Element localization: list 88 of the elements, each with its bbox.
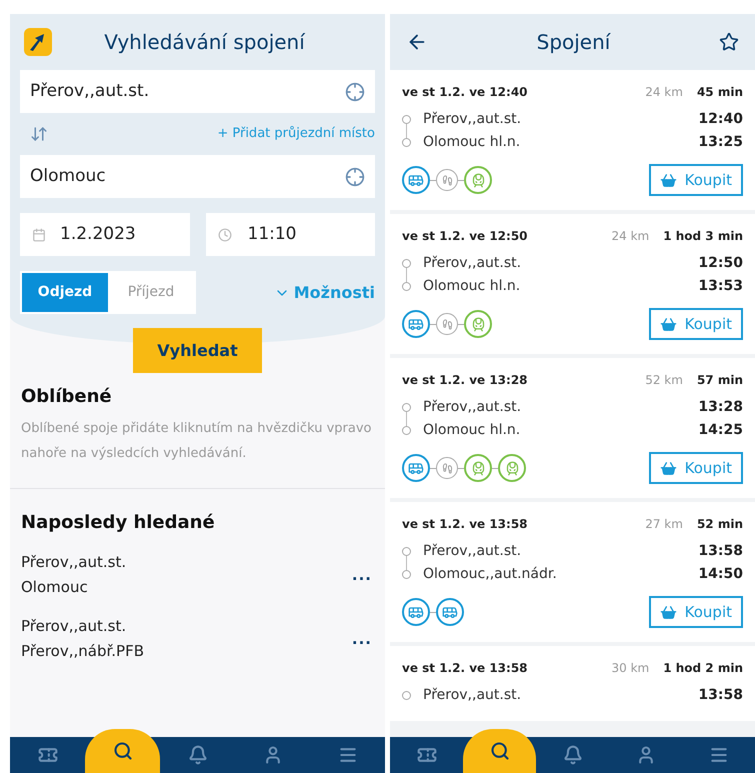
menu-icon (338, 745, 358, 765)
screen-title: Vyhledávání spojení (103, 29, 306, 56)
distance: 24 km (611, 228, 650, 245)
distance: 27 km (645, 516, 683, 533)
train-icon (498, 454, 526, 482)
stop-name: Přerov,,aut.st. (423, 110, 522, 129)
duration: 57 min (696, 372, 743, 389)
stop-name: Přerov,,aut.st. (423, 398, 522, 417)
walking-icon (436, 313, 458, 335)
swap-icon[interactable] (30, 125, 48, 143)
nav-tab[interactable] (85, 729, 160, 773)
distance: 30 km (611, 660, 650, 677)
stop-time: 13:53 (698, 277, 743, 296)
stop-name: Olomouc hl.n. (423, 277, 522, 296)
stop-time: 13:25 (698, 133, 743, 152)
from-field[interactable]: Přerov,,aut.st. (20, 70, 375, 113)
screen-title: Spojení (536, 29, 612, 56)
more-button[interactable]: ... (352, 564, 372, 586)
duration: 45 min (696, 84, 743, 101)
stop-time: 13:58 (698, 686, 743, 705)
bus-icon (402, 598, 430, 626)
menu-icon (708, 745, 728, 765)
bell-icon (188, 745, 208, 765)
stop-time: 12:40 (698, 110, 743, 129)
connection-card[interactable]: ve st 1.2. ve 13:58 30 km 1 hod 2 min Přerov,,aut.st. 13:58 (390, 646, 755, 721)
stop-time: 12:50 (698, 254, 743, 273)
basket-icon (660, 172, 677, 188)
star-icon[interactable] (719, 32, 739, 52)
train-icon (464, 454, 492, 482)
search-icon (490, 741, 510, 761)
departure-date: ve st 1.2. ve 12:40 (402, 84, 529, 101)
duration: 1 hod 3 min (663, 228, 743, 245)
stop-time: 13:58 (698, 542, 743, 561)
bus-icon (402, 454, 430, 482)
recent-to[interactable]: Přerov,,nábř.PFB (21, 639, 352, 664)
more-button[interactable]: ... (352, 628, 372, 650)
recent-from[interactable]: Přerov,,aut.st. (21, 550, 352, 575)
ticket-icon (38, 745, 58, 765)
section-heading: Oblíbené (21, 385, 113, 409)
walking-icon (436, 457, 458, 479)
duration: 1 hod 2 min (663, 660, 743, 677)
bus-icon (402, 166, 430, 194)
stop-time: 13:28 (698, 398, 743, 417)
nav-tab[interactable] (463, 729, 536, 773)
section-heading: Naposledy hledané (21, 511, 216, 535)
departure-date: ve st 1.2. ve 13:58 (402, 660, 529, 677)
connection-card[interactable]: ve st 1.2. ve 13:58 27 km 52 min Přerov,,aut.st. 13:58 Olomouc,,aut.nádr. 14:50 Koupit (390, 502, 755, 642)
to-field[interactable]: Olomouc (20, 155, 375, 198)
calendar-icon (32, 228, 46, 242)
basket-icon (660, 460, 677, 476)
ticket-icon (416, 745, 436, 765)
recent-from[interactable]: Přerov,,aut.st. (21, 614, 352, 639)
stop-name: Olomouc hl.n. (423, 133, 522, 152)
stop-time: 14:25 (698, 421, 743, 440)
stop-time: 14:50 (698, 565, 743, 584)
basket-icon (660, 316, 677, 332)
train-icon (464, 310, 492, 338)
departure-date: ve st 1.2. ve 13:58 (402, 516, 529, 533)
date-field[interactable]: 1.2.2023 (20, 213, 190, 256)
distance: 52 km (645, 372, 683, 389)
time-field[interactable]: 11:10 (206, 213, 375, 256)
stop-name: Přerov,,aut.st. (423, 254, 522, 273)
location-icon (345, 166, 365, 186)
train-icon (464, 166, 492, 194)
recent-to[interactable]: Olomouc (21, 575, 352, 600)
stop-name: Přerov,,aut.st. (423, 542, 522, 561)
basket-icon (660, 604, 677, 620)
connection-card[interactable]: ve st 1.2. ve 13:28 52 km 57 min Přerov,,aut.st. 13:28 Olomouc hl.n. 14:25 Koupit (390, 358, 755, 498)
departure-date: ve st 1.2. ve 13:28 (402, 372, 529, 389)
bus-icon (402, 310, 430, 338)
logo-icon (22, 26, 54, 58)
connection-card[interactable]: ve st 1.2. ve 12:40 24 km 45 min Přerov,,aut.st. 12:40 Olomouc hl.n. 13:25 Koupit (390, 70, 755, 210)
bus-icon (436, 598, 464, 626)
stop-name: Olomouc,,aut.nádr. (423, 565, 558, 584)
location-icon (345, 82, 365, 102)
favorites-hint: Oblíbené spoje přidáte kliknutím na hvězdičku vpravo nahoře na výsledcích vyhledávání. (21, 420, 372, 463)
search-button[interactable]: Vyhledat (133, 328, 262, 373)
duration: 52 min (696, 516, 743, 533)
departure-date: ve st 1.2. ve 12:50 (402, 228, 529, 245)
walking-icon (436, 169, 458, 191)
bell-icon (562, 745, 582, 765)
clock-icon (218, 228, 232, 242)
search-icon (112, 741, 132, 761)
mode-tab[interactable]: Odjezd (22, 273, 108, 312)
connection-card[interactable]: ve st 1.2. ve 12:50 24 km 1 hod 3 min Přerov,,aut.st. 12:50 Olomouc hl.n. 13:53 Koupit (390, 214, 755, 354)
stop-name: Olomouc hl.n. (423, 421, 522, 440)
distance: 24 km (645, 84, 683, 101)
stop-name: Přerov,,aut.st. (423, 686, 522, 705)
